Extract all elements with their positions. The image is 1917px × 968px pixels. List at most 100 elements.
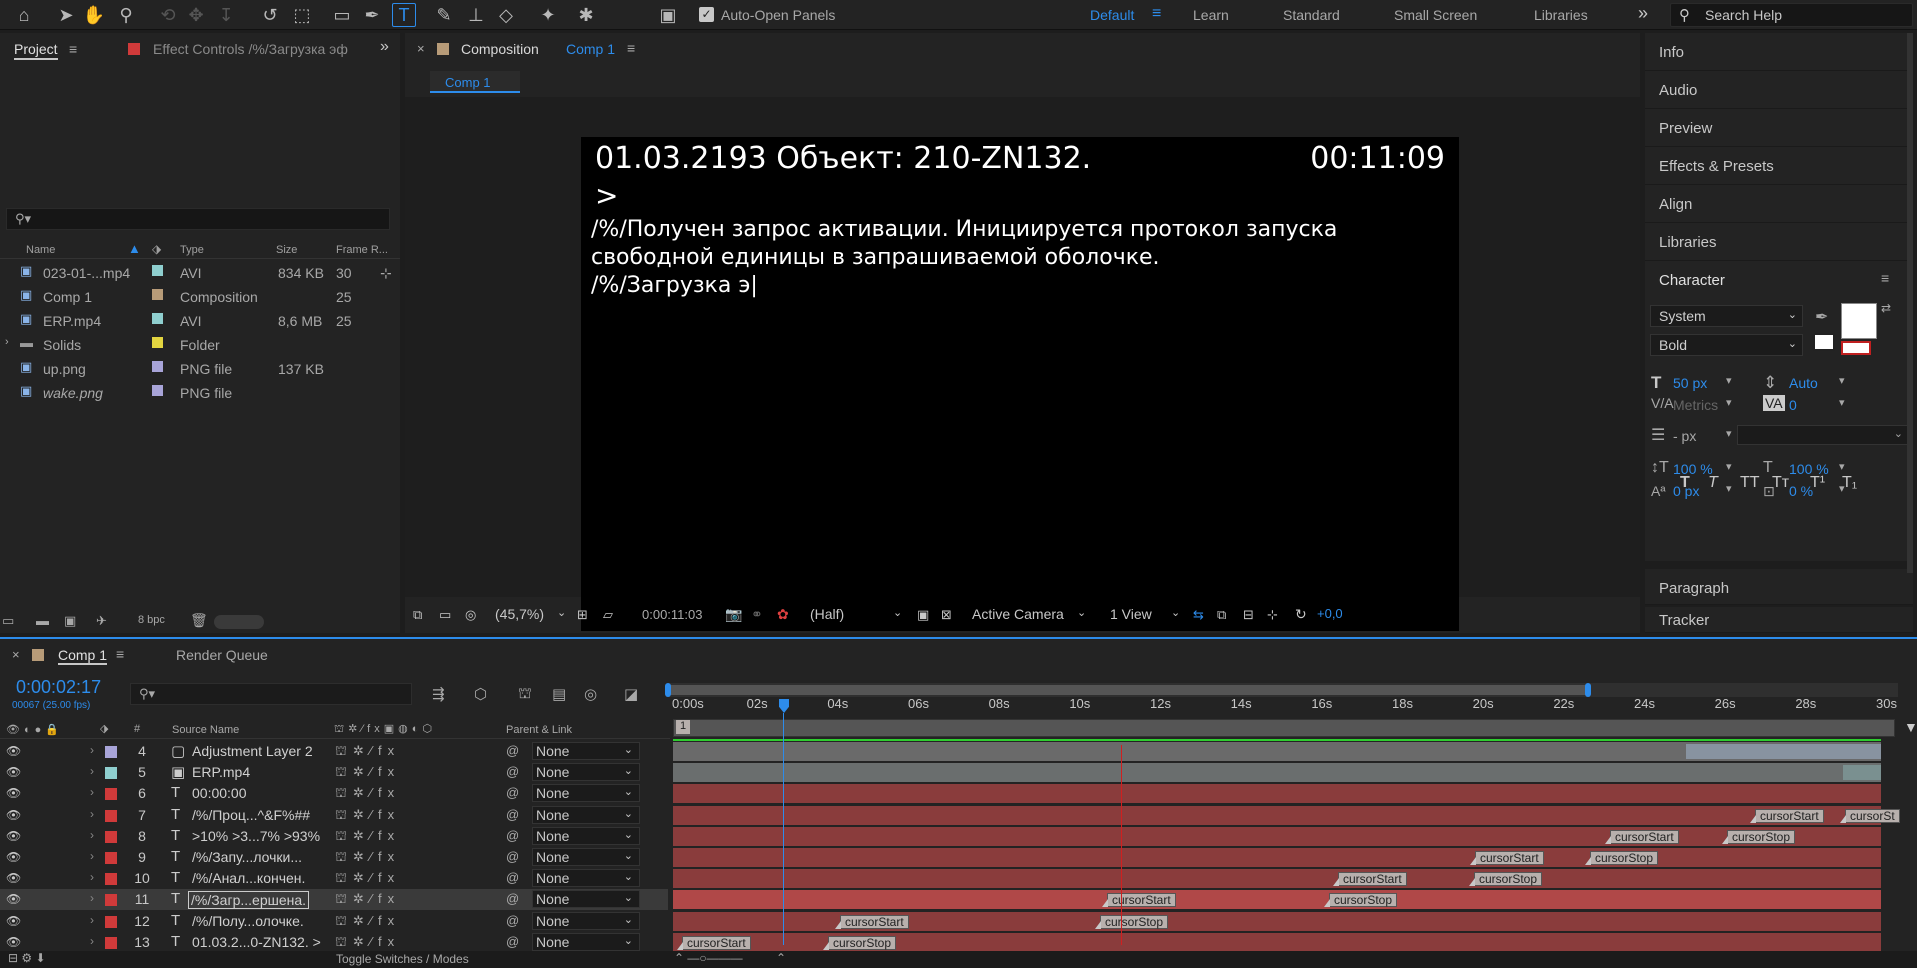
layer-marker[interactable]: cursorStart: [677, 935, 751, 950]
expand-arrow-icon[interactable]: ›: [90, 807, 94, 821]
viewer-timecode[interactable]: 0:00:11:03: [642, 607, 702, 622]
layer-marker[interactable]: cursorStop: [1323, 893, 1398, 908]
layer-marker[interactable]: cursorStart: [1333, 872, 1407, 887]
region-icon[interactable]: ▱: [603, 607, 613, 623]
expand-arrow-icon[interactable]: ›: [90, 891, 94, 905]
label-color-swatch[interactable]: [105, 830, 117, 843]
kerning-value[interactable]: Metrics: [1673, 397, 1718, 413]
render-3d-icon[interactable]: ⧉: [1217, 607, 1226, 623]
pick-whip-icon[interactable]: @: [506, 870, 519, 885]
layer-switches[interactable]: ⛫✲⁄fx: [335, 807, 400, 825]
flowchart-icon[interactable]: ⊹: [1267, 607, 1278, 623]
col-type[interactable]: Type: [180, 244, 204, 256]
panel-menu-icon[interactable]: ≡: [69, 41, 77, 57]
font-style-dropdown[interactable]: Bold ⌄: [1650, 334, 1803, 356]
text-layer-bar[interactable]: [673, 805, 1881, 825]
layer-switches[interactable]: ⛫✲⁄fx: [335, 891, 400, 909]
layer-marker[interactable]: cursorStop: [1094, 914, 1169, 929]
col-size[interactable]: Size: [276, 244, 297, 256]
camera-dropdown[interactable]: Active Camera: [972, 606, 1064, 622]
layer-name[interactable]: 00:00:00: [192, 785, 247, 801]
text-layer-bar[interactable]: [673, 784, 1881, 804]
comp-breadcrumb[interactable]: Comp 1: [430, 71, 520, 93]
layer-switches[interactable]: ⛫✲⁄fx: [335, 828, 400, 846]
layer-switches[interactable]: ⛫✲⁄fx: [335, 785, 400, 803]
layer-row[interactable]: 👁 › 12 T /%/Полу...олочке. ⛫✲⁄fx @ None ⌄: [0, 911, 668, 932]
text-layer-bar[interactable]: [673, 890, 1881, 910]
thumbnail-slider[interactable]: [214, 615, 264, 629]
expand-arrow-icon[interactable]: ›: [90, 849, 94, 863]
vr-icon[interactable]: ◎: [465, 607, 476, 623]
roto-brush-icon[interactable]: ✦: [536, 3, 560, 27]
no-stroke-swatch[interactable]: [1841, 341, 1871, 355]
resolution-dropdown[interactable]: (Half): [810, 606, 844, 622]
composition-tab-prefix[interactable]: Composition: [461, 41, 539, 57]
visibility-eye-icon[interactable]: 👁: [6, 765, 21, 779]
parent-dropdown[interactable]: None ⌄: [532, 932, 640, 951]
font-size-value[interactable]: 50 px: [1673, 375, 1707, 391]
expand-arrow-icon[interactable]: ›: [90, 764, 94, 778]
layer-marker[interactable]: cursorStart: [1605, 829, 1679, 844]
layer-switches[interactable]: ⛫✲⁄fx: [335, 870, 400, 888]
zoom-tool-icon[interactable]: ⚲: [114, 3, 138, 27]
label-color-swatch[interactable]: [105, 746, 117, 758]
timeline-icon[interactable]: ⊟: [1243, 607, 1254, 623]
project-item[interactable]: ▣ 023-01-...mp4 AVI 834 KB 30: [0, 261, 400, 285]
all-caps-button[interactable]: TT: [1740, 474, 1760, 492]
selection-tool-icon[interactable]: ➤: [54, 3, 78, 27]
expand-arrow-icon[interactable]: ›: [90, 934, 94, 948]
transparency-grid-icon[interactable]: ⊠: [941, 607, 952, 623]
safe-margins-icon[interactable]: ⊞: [577, 607, 588, 623]
swap-colors-icon[interactable]: ⇄: [1881, 301, 1891, 315]
small-caps-button[interactable]: Tт: [1772, 474, 1789, 492]
layer-row[interactable]: 👁 › 13 T 01.03.2...0-ZN132. > ⛫✲⁄fx @ None ⌄: [0, 932, 668, 953]
expand-arrow-icon[interactable]: ›: [90, 743, 94, 757]
composition-tab-name[interactable]: Comp 1: [566, 41, 615, 57]
snapshot-icon[interactable]: 📷: [725, 606, 742, 623]
col-source-name[interactable]: Source Name: [172, 724, 239, 736]
layer-marker[interactable]: cursorStart: [835, 914, 909, 929]
layer-switches[interactable]: ⛫✲⁄fx: [335, 934, 400, 952]
zoom-dropdown[interactable]: (45,7%): [495, 606, 544, 622]
layer-marker[interactable]: cursorStop: [822, 935, 897, 950]
reset-exposure-icon[interactable]: ↻: [1295, 606, 1307, 623]
col-name[interactable]: Name: [26, 244, 55, 256]
footage-layer-bar[interactable]: [673, 763, 1881, 783]
adjustment-layer-bar[interactable]: [673, 739, 1881, 761]
clone-stamp-icon[interactable]: ⊥: [464, 3, 488, 27]
stroke-color-swatch[interactable]: [1813, 333, 1835, 351]
layer-name[interactable]: /%/Запу...лочки...: [192, 849, 302, 865]
project-item[interactable]: ▣ up.png PNG file 137 KB: [0, 357, 400, 381]
type-tool-icon[interactable]: T: [392, 3, 416, 27]
new-composition-icon[interactable]: ▣: [64, 613, 76, 629]
faux-italic-button[interactable]: T: [1708, 474, 1718, 492]
workspace-standard[interactable]: Standard: [1283, 7, 1340, 23]
pick-whip-icon[interactable]: @: [506, 849, 519, 864]
panel-libraries[interactable]: Libraries: [1645, 223, 1913, 261]
faux-bold-button[interactable]: T: [1680, 474, 1690, 492]
fast-preview-icon[interactable]: ▣: [917, 607, 929, 623]
comp-marker[interactable]: 1: [676, 720, 690, 734]
visibility-eye-icon[interactable]: 👁: [6, 744, 21, 758]
expand-arrow-icon[interactable]: ›: [90, 828, 94, 842]
layer-name[interactable]: /%/Полу...олочке.: [192, 913, 304, 929]
label-color-swatch[interactable]: [105, 873, 117, 886]
hand-tool-icon[interactable]: ✋: [82, 3, 106, 27]
panel-audio[interactable]: Audio: [1645, 71, 1913, 109]
pick-whip-icon[interactable]: @: [506, 891, 519, 906]
layer-switches-icon[interactable]: ⊟ ⚙ ⬇: [8, 951, 46, 965]
project-search-input[interactable]: ⚲▾: [6, 208, 390, 230]
layer-marker[interactable]: cursorStop: [1584, 851, 1659, 865]
label-color-swatch[interactable]: [152, 265, 163, 276]
layer-row[interactable]: 👁 › 8 T >10% >3...7% >93% ⛫✲⁄fx @ None ⌄: [0, 826, 668, 847]
anchor-tool-icon[interactable]: ⬚: [290, 3, 314, 27]
project-item[interactable]: ▣ Comp 1 Composition 25: [0, 285, 400, 309]
tracking-value[interactable]: 0: [1789, 397, 1797, 413]
pick-whip-icon[interactable]: @: [506, 807, 519, 822]
expand-arrow-icon[interactable]: ›: [90, 785, 94, 799]
label-column-icon[interactable]: ⬗: [152, 242, 161, 256]
project-item[interactable]: ▬ › Solids Folder: [0, 333, 400, 357]
comp-button-icon[interactable]: ▼: [1904, 719, 1917, 735]
parent-dropdown[interactable]: None ⌄: [532, 742, 640, 760]
label-color-swatch[interactable]: [152, 289, 163, 300]
